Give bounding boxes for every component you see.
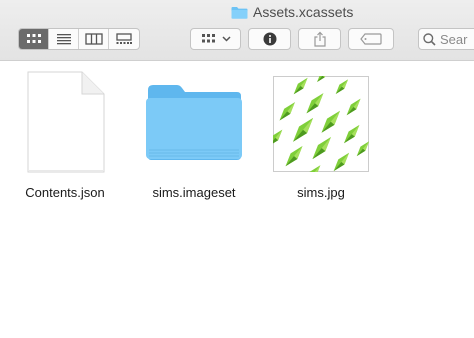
window-title-text: Assets.xcassets (253, 4, 354, 20)
file-name: sims.imageset (152, 185, 236, 200)
search-field[interactable]: Sear (418, 28, 474, 50)
icon-view-button[interactable] (19, 29, 49, 49)
grid-icon (26, 34, 41, 43)
gallery-icon (116, 33, 132, 44)
folder-icon (231, 6, 248, 19)
file-name: Contents.json (25, 185, 105, 200)
window-title: Assets.xcassets (231, 3, 353, 21)
columns-icon (84, 33, 103, 45)
tag-button[interactable] (348, 28, 394, 50)
info-icon (263, 32, 276, 46)
arrange-button[interactable] (190, 28, 241, 50)
info-button[interactable] (248, 28, 291, 50)
column-view-button[interactable] (79, 29, 109, 49)
share-icon (313, 31, 326, 47)
gallery-view-button[interactable] (109, 29, 139, 49)
tag-icon (360, 33, 382, 45)
file-name: sims.jpg (297, 185, 345, 200)
list-view-button[interactable] (49, 29, 79, 49)
grid-dropdown-icon (201, 34, 231, 43)
finder-toolbar: Assets.xcassets Sear (0, 0, 474, 61)
folder-icon (146, 85, 242, 160)
search-placeholder: Sear (440, 31, 468, 47)
view-mode-segmented-control (18, 28, 140, 50)
list-icon (56, 34, 71, 45)
document-icon (27, 71, 105, 173)
share-button[interactable] (298, 28, 341, 50)
image-thumbnail (273, 76, 369, 172)
search-icon (423, 32, 436, 46)
